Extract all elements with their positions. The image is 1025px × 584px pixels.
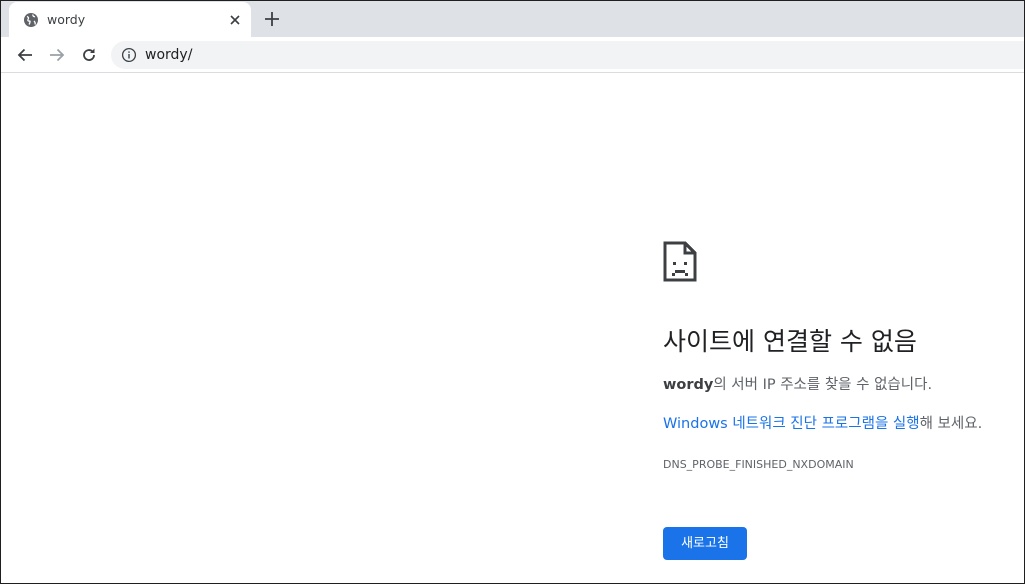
tab-strip: wordy [1, 1, 1024, 37]
error-description-text: 의 서버 IP 주소를 찾을 수 없습니다. [713, 377, 933, 393]
reload-button[interactable] [79, 45, 99, 65]
tab-title: wordy [47, 12, 86, 27]
address-bar[interactable]: wordy/ [111, 41, 1024, 69]
globe-icon [23, 12, 39, 28]
info-icon[interactable] [121, 47, 137, 63]
arrow-right-icon [50, 48, 65, 62]
toolbar: wordy/ [1, 37, 1024, 73]
network-diagnostics-link[interactable]: Windows 네트워크 진단 프로그램을 실행 [663, 416, 920, 432]
sad-document-icon [663, 241, 697, 282]
reload-icon [83, 48, 95, 61]
error-title: 사이트에 연결할 수 없음 [663, 327, 917, 356]
tab-wordy[interactable]: wordy [9, 2, 251, 37]
back-button[interactable] [15, 45, 35, 65]
close-icon[interactable] [227, 12, 243, 28]
url-text: wordy/ [145, 47, 193, 63]
error-suggestion: Windows 네트워크 진단 프로그램을 실행해 보세요. [663, 414, 982, 434]
browser-window: wordy wordy/ 사이트에 연결할 수 없음 wordy의 서버 IP … [0, 0, 1025, 584]
error-suggestion-text: 해 보세요. [919, 416, 983, 432]
new-tab-button[interactable] [263, 10, 281, 28]
error-description: wordy의 서버 IP 주소를 찾을 수 없습니다. [663, 375, 932, 395]
plus-icon [265, 12, 279, 26]
arrow-left-icon [17, 48, 32, 62]
forward-button[interactable] [47, 45, 67, 65]
reload-page-button[interactable]: 새로고침 [663, 527, 747, 560]
error-host: wordy [663, 377, 714, 393]
error-page: 사이트에 연결할 수 없음 wordy의 서버 IP 주소를 찾을 수 없습니다… [1, 74, 1024, 583]
error-code: DNS_PROBE_FINISHED_NXDOMAIN [663, 458, 854, 471]
